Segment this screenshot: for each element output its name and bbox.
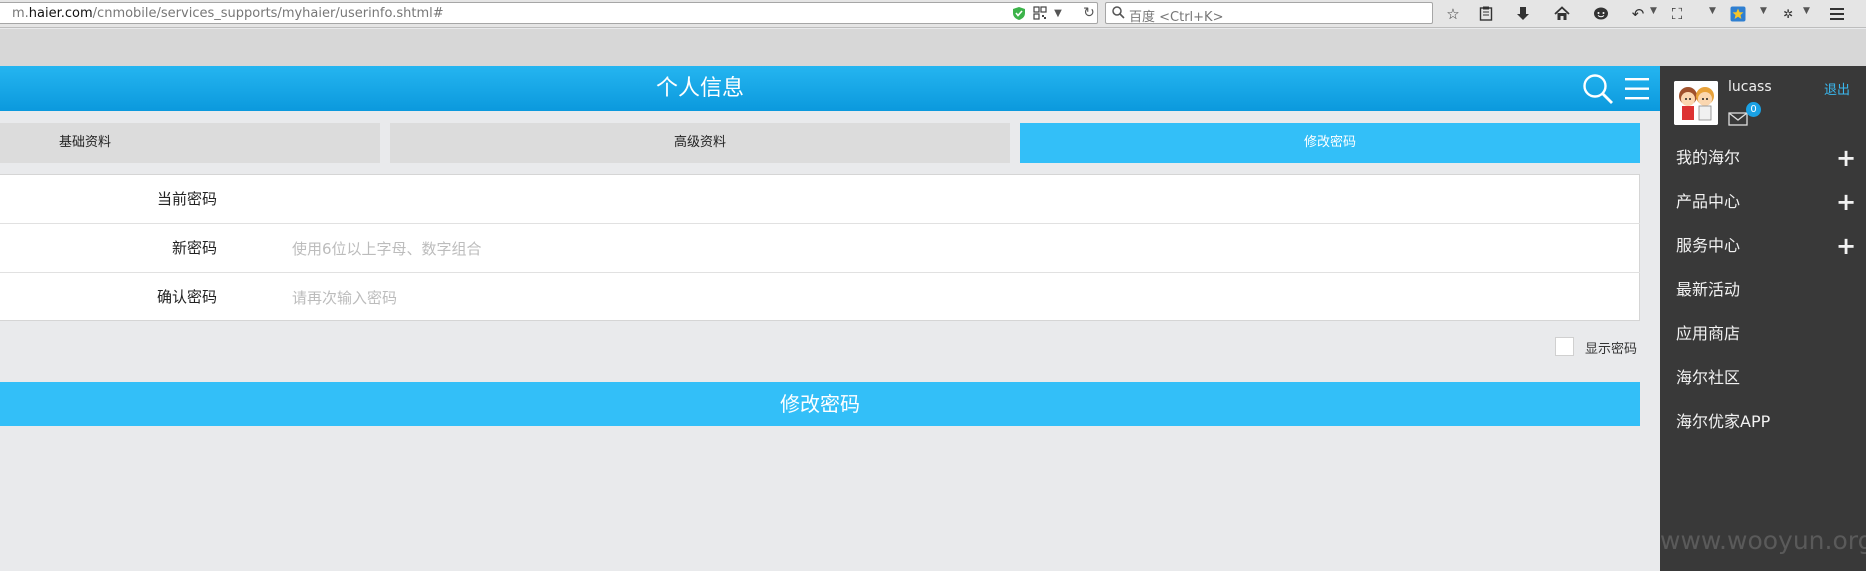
watermark: www.wooyun.org — [1660, 526, 1866, 555]
side-item-label: 我的海尔 — [1676, 148, 1741, 167]
tab-basic-info[interactable]: 基础资料 — [0, 123, 380, 163]
browser-chrome-gap — [0, 29, 1866, 66]
hamburger-menu-icon[interactable] — [1826, 3, 1848, 25]
shield-icon[interactable] — [1011, 6, 1027, 21]
reading-list-icon[interactable] — [1475, 3, 1497, 25]
current-password-row: 当前密码 — [0, 175, 1640, 224]
tab-label: 基础资料 — [58, 135, 111, 150]
search-icon[interactable] — [1582, 73, 1614, 105]
menu-icon[interactable] — [1624, 76, 1650, 102]
addon-icon[interactable]: ✲ — [1777, 3, 1799, 25]
tab-advanced-info[interactable]: 高级资料 — [390, 123, 1010, 163]
confirm-password-row: 确认密码 — [0, 273, 1640, 322]
side-item-community[interactable]: 海尔社区 — [1660, 356, 1866, 400]
addon-dropdown-icon[interactable]: ▼ — [1803, 6, 1810, 16]
url-domain: haier.com — [28, 6, 93, 21]
confirm-password-label: 确认密码 — [156, 288, 217, 306]
side-item-label: 最新活动 — [1676, 280, 1741, 299]
side-menu: lucass 退出 0 我的海尔 + 产品中心 + 服务中心 + 最新活动 应用… — [1660, 66, 1866, 571]
bookmark-star-icon[interactable]: ☆ — [1442, 3, 1464, 25]
avatar[interactable] — [1674, 81, 1718, 125]
show-password-checkbox[interactable] — [1555, 337, 1574, 356]
change-password-button[interactable]: 修改密码 — [0, 382, 1640, 426]
crop-icon[interactable]: ⛶ — [1666, 3, 1688, 25]
search-placeholder: 百度 <Ctrl+K> — [1129, 10, 1224, 25]
dropdown-arrow-icon[interactable]: ▼ — [1052, 6, 1064, 21]
extension-dropdown-icon[interactable]: ▼ — [1760, 6, 1767, 16]
side-item-my-haier[interactable]: 我的海尔 + — [1660, 136, 1866, 180]
crop-dropdown-icon[interactable]: ▼ — [1709, 6, 1716, 16]
plus-icon[interactable]: + — [1836, 224, 1856, 268]
url-path: /cnmobile/services_supports/myhaier/user… — [92, 6, 444, 21]
side-item-label: 服务中心 — [1676, 236, 1741, 255]
address-bar[interactable]: m.haier.com/cnmobile/services_supports/m… — [0, 2, 1098, 24]
logout-link[interactable]: 退出 — [1824, 79, 1850, 98]
page-header: 个人信息 — [0, 66, 1660, 111]
tab-change-password[interactable]: 修改密码 — [1020, 123, 1640, 163]
download-icon[interactable] — [1512, 3, 1534, 25]
current-password-label: 当前密码 — [156, 190, 217, 208]
url-prefix: m. — [12, 6, 29, 21]
confirm-password-input[interactable] — [292, 282, 1622, 313]
side-item-service-center[interactable]: 服务中心 + — [1660, 224, 1866, 268]
reload-icon[interactable]: ↻ — [1081, 6, 1097, 21]
side-item-label: 海尔优家APP — [1676, 412, 1771, 431]
new-password-label: 新密码 — [171, 239, 217, 257]
new-password-input[interactable] — [292, 233, 1622, 264]
new-password-row: 新密码 — [0, 224, 1640, 273]
plus-icon[interactable]: + — [1836, 180, 1856, 224]
plus-icon[interactable]: + — [1836, 136, 1856, 180]
search-icon — [1111, 6, 1125, 21]
tab-label: 修改密码 — [1303, 135, 1356, 150]
current-password-input[interactable] — [292, 184, 1622, 215]
page-title: 个人信息 — [655, 76, 744, 101]
show-password-label[interactable]: 显示密码 — [1585, 338, 1637, 357]
side-item-label: 海尔社区 — [1676, 368, 1741, 387]
side-item-latest-events[interactable]: 最新活动 — [1660, 268, 1866, 312]
extension-star-icon[interactable] — [1727, 3, 1749, 25]
tab-label: 高级资料 — [673, 135, 726, 150]
side-item-product-center[interactable]: 产品中心 + — [1660, 180, 1866, 224]
home-icon[interactable] — [1551, 3, 1573, 25]
undo-dropdown-icon[interactable]: ▼ — [1650, 6, 1657, 16]
side-item-uhome-app[interactable]: 海尔优家APP — [1660, 400, 1866, 444]
url-text: m.haier.com/cnmobile/services_supports/m… — [12, 6, 444, 21]
qrcode-icon[interactable] — [1032, 6, 1048, 21]
side-item-label: 应用商店 — [1676, 324, 1741, 343]
search-bar[interactable]: 百度 <Ctrl+K> — [1105, 2, 1433, 25]
chat-icon[interactable] — [1590, 3, 1612, 25]
page-content: 个人信息 基础资料 高级资料 修改密码 当前密码 新密码 确认密码 显示密码 修… — [0, 66, 1660, 571]
mail-icon[interactable] — [1728, 111, 1748, 126]
mail-count-badge: 0 — [1746, 102, 1761, 117]
side-item-label: 产品中心 — [1676, 192, 1741, 211]
password-form: 当前密码 新密码 确认密码 — [0, 174, 1640, 321]
side-item-app-store[interactable]: 应用商店 — [1660, 312, 1866, 356]
browser-toolbar: m.haier.com/cnmobile/services_supports/m… — [0, 0, 1866, 28]
undo-icon[interactable]: ↶ — [1627, 3, 1649, 25]
username: lucass — [1728, 79, 1772, 95]
